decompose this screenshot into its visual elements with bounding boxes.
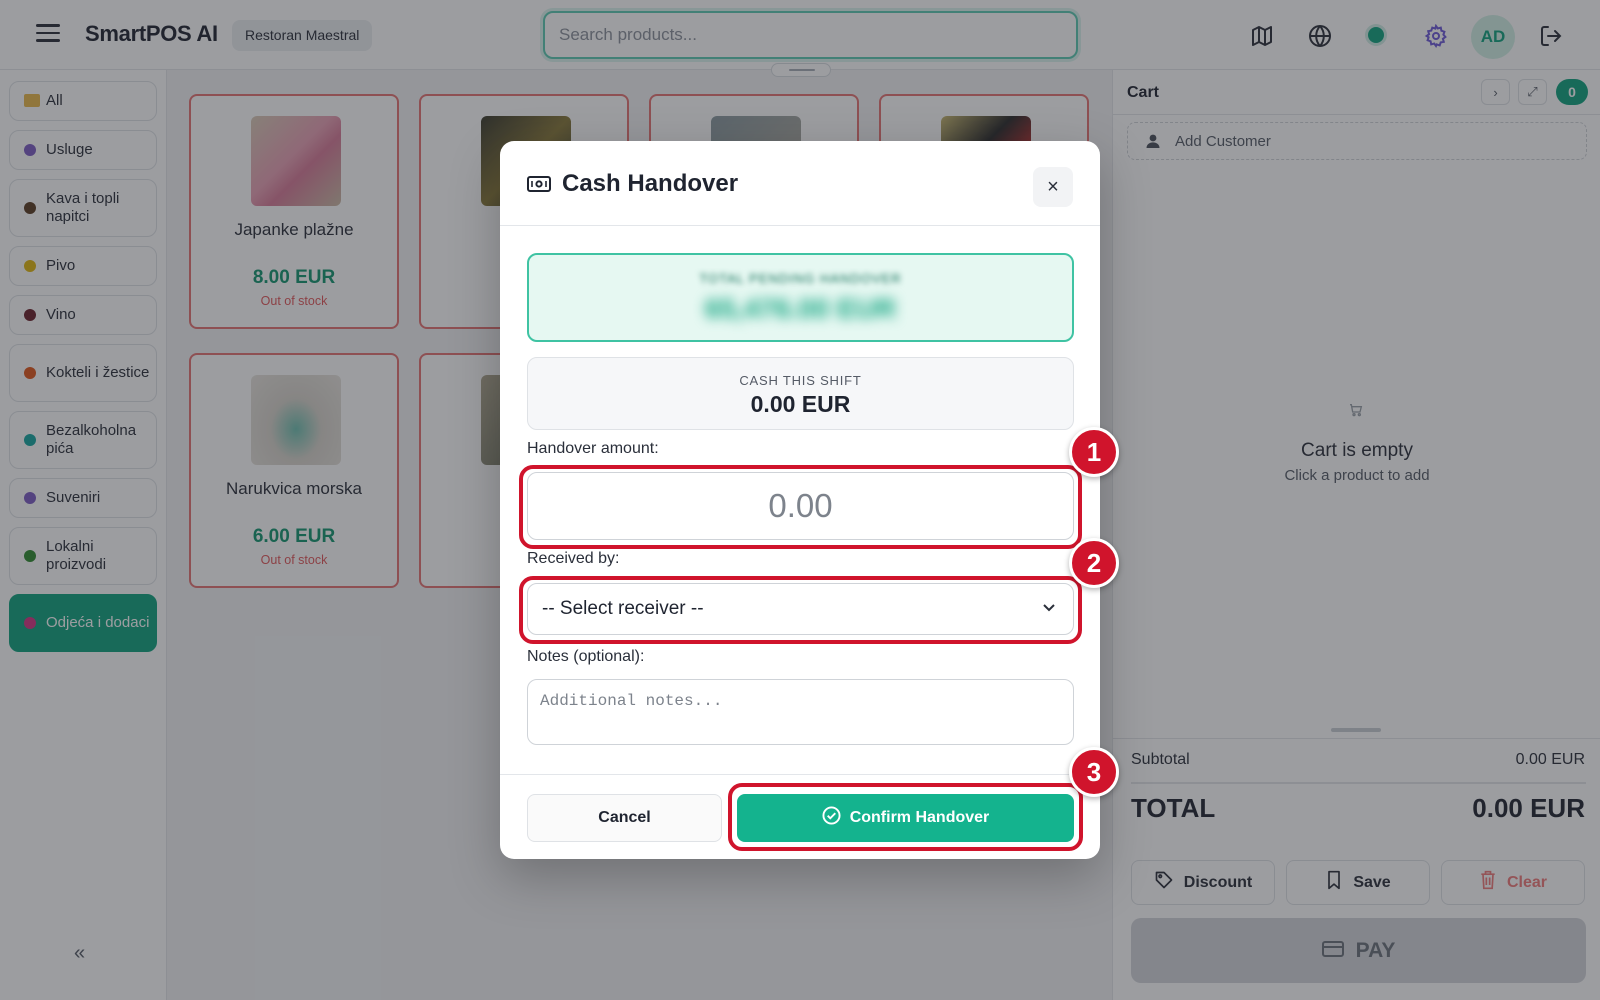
close-icon[interactable]: × — [1033, 167, 1073, 207]
cancel-button[interactable]: Cancel — [527, 794, 722, 842]
amount-label: Handover amount: — [527, 440, 659, 457]
divider — [500, 774, 1100, 775]
dialog-title: Cash Handover — [562, 170, 739, 197]
callout-badge-2: 2 — [1069, 538, 1119, 588]
shift-cash-summary: CASH THIS SHIFT 0.00 EUR — [527, 357, 1074, 430]
shift-label: CASH THIS SHIFT — [739, 373, 862, 388]
pending-value: 65,476.00 EUR — [704, 293, 897, 324]
pending-label: TOTAL PENDING HANDOVER — [699, 271, 902, 286]
callout-highlight-confirm — [728, 783, 1083, 851]
callout-highlight-amount — [519, 465, 1082, 549]
receiver-label: Received by: — [527, 550, 620, 567]
divider — [500, 225, 1100, 226]
callout-highlight-receiver — [519, 576, 1082, 644]
callout-badge-1: 1 — [1069, 427, 1119, 477]
shift-value: 0.00 EUR — [750, 391, 851, 417]
notes-textarea[interactable] — [527, 679, 1074, 745]
pending-handover-summary: TOTAL PENDING HANDOVER 65,476.00 EUR — [527, 253, 1074, 342]
cash-icon — [527, 175, 551, 198]
notes-label: Notes (optional): — [527, 648, 645, 665]
callout-badge-3: 3 — [1069, 747, 1119, 797]
